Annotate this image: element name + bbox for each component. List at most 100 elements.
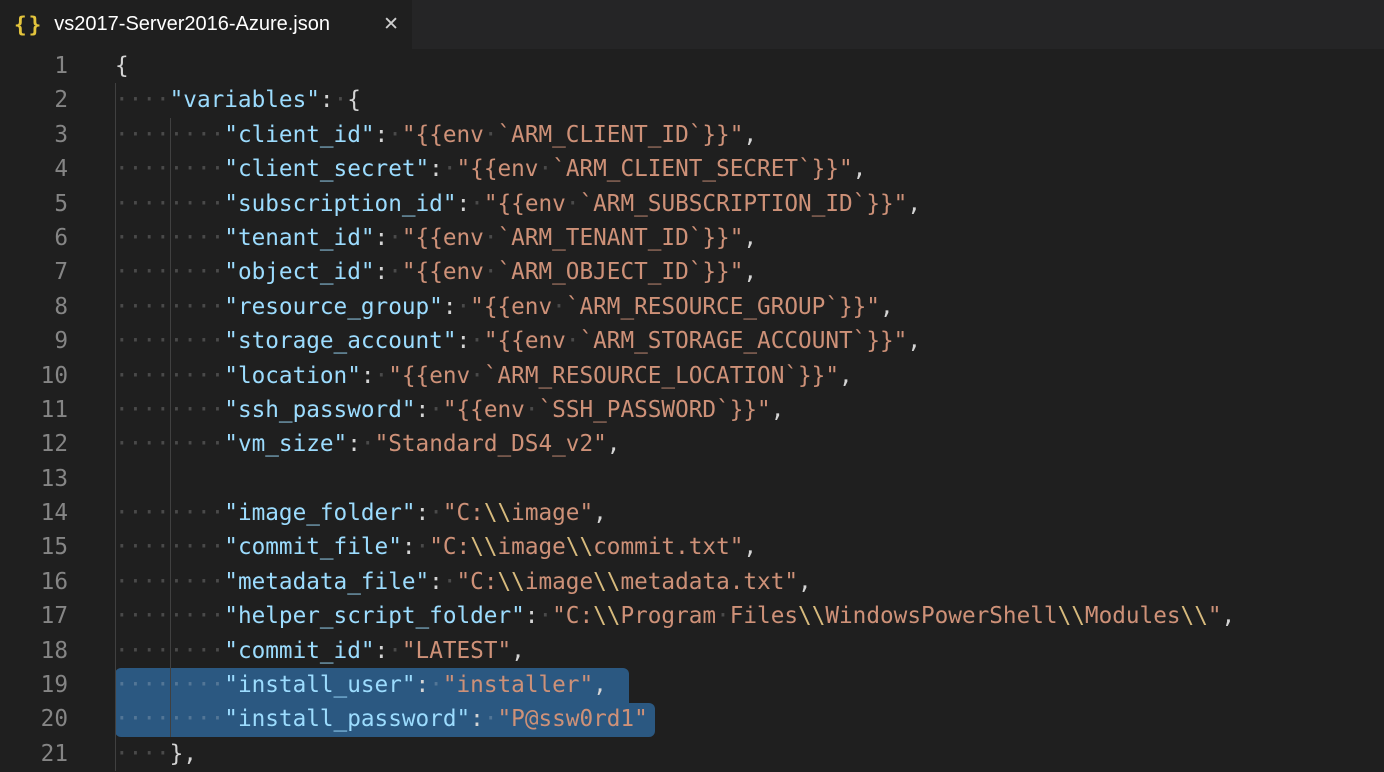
- close-tab-icon[interactable]: ✕: [383, 15, 399, 34]
- code-token-str: image: [498, 534, 566, 560]
- code-token-ws: ········: [115, 363, 224, 389]
- code-token-pun: ,: [798, 569, 812, 595]
- code-line[interactable]: ········"storage_account":·"{{env·`ARM_S…: [115, 324, 1235, 358]
- code-token-ws: ·: [388, 638, 402, 664]
- code-line[interactable]: ········"metadata_file":·"C:\\image\\met…: [115, 565, 1235, 599]
- line-number[interactable]: 8: [0, 290, 68, 324]
- code-line[interactable]: ········"install_password":·"P@ssw0rd1": [115, 702, 1235, 736]
- code-token-ws: ·: [429, 500, 443, 526]
- line-number[interactable]: 5: [0, 187, 68, 221]
- code-token-str: `ARM_RESOURCE_GROUP`}}": [566, 294, 880, 320]
- code-token-esc: \\: [498, 569, 525, 595]
- code-line[interactable]: ····},: [115, 737, 1235, 771]
- code-line[interactable]: ········"helper_script_folder":·"C:\\Pro…: [115, 599, 1235, 633]
- line-number[interactable]: 1: [0, 49, 68, 83]
- line-number[interactable]: 3: [0, 118, 68, 152]
- code-token-key: "ssh_password": [224, 397, 415, 423]
- line-number[interactable]: 2: [0, 83, 68, 117]
- code-token-esc: \\: [593, 569, 620, 595]
- code-token-esc: \\: [593, 603, 620, 629]
- code-token-ws: ········: [115, 156, 224, 182]
- code-line[interactable]: ········"install_user":·"installer",: [115, 668, 1235, 702]
- code-token-ws: ········: [115, 328, 224, 354]
- code-token-pun: :: [375, 259, 389, 285]
- code-token-ws: ·: [388, 122, 402, 148]
- code-line[interactable]: ········"commit_file":·"C:\\image\\commi…: [115, 530, 1235, 564]
- code-token-str: "{{env: [443, 397, 525, 423]
- line-number[interactable]: 10: [0, 359, 68, 393]
- code-token-ws: ····: [115, 741, 170, 767]
- line-number[interactable]: 9: [0, 324, 68, 358]
- tab-file[interactable]: {} vs2017-Server2016-Azure.json ✕: [0, 0, 412, 49]
- code-line[interactable]: ········"image_folder":·"C:\\image",: [115, 496, 1235, 530]
- code-token-pun: ,: [743, 259, 757, 285]
- code-token-pun: :: [416, 397, 430, 423]
- code-line[interactable]: ········"resource_group":·"{{env·`ARM_RE…: [115, 290, 1235, 324]
- line-number[interactable]: 4: [0, 152, 68, 186]
- code-token-pun: :: [361, 363, 375, 389]
- code-token-ws: ········: [115, 638, 224, 664]
- code-line[interactable]: ········"ssh_password":·"{{env·`SSH_PASS…: [115, 393, 1235, 427]
- code-line[interactable]: ········"commit_id":·"LATEST",: [115, 634, 1235, 668]
- code-line[interactable]: ········"client_secret":·"{{env·`ARM_CLI…: [115, 152, 1235, 186]
- code-token-pun: :: [429, 156, 443, 182]
- code-token-ws: ·: [443, 569, 457, 595]
- code-token-key: "variables": [170, 87, 320, 113]
- code-token-str: "{{env: [402, 259, 484, 285]
- line-number[interactable]: 12: [0, 427, 68, 461]
- code-token-ws: ·: [334, 87, 348, 113]
- code-token-ws: ········: [115, 122, 224, 148]
- code-token-key: "storage_account": [224, 328, 456, 354]
- code-token-str: Program: [620, 603, 716, 629]
- code-area[interactable]: {····"variables":·{········"client_id":·…: [115, 49, 1235, 771]
- line-number[interactable]: 15: [0, 530, 68, 564]
- code-line[interactable]: ····"variables":·{: [115, 83, 1235, 117]
- code-token-str: `ARM_STORAGE_ACCOUNT`}}": [579, 328, 907, 354]
- code-token-ws: ········: [115, 259, 224, 285]
- code-line[interactable]: {: [115, 49, 1235, 83]
- code-token-key: "vm_size": [224, 431, 347, 457]
- code-token-ws: ·: [525, 397, 539, 423]
- code-token-pun: ,: [743, 122, 757, 148]
- line-number[interactable]: 11: [0, 393, 68, 427]
- code-token-pun: :: [375, 225, 389, 251]
- code-token-pun: :: [320, 87, 334, 113]
- line-number[interactable]: 20: [0, 702, 68, 736]
- code-token-pun: ,: [907, 328, 921, 354]
- line-number[interactable]: 13: [0, 462, 68, 496]
- code-line[interactable]: ········"client_id":·"{{env·`ARM_CLIENT_…: [115, 118, 1235, 152]
- code-token-str: `ARM_CLIENT_SECRET`}}": [552, 156, 853, 182]
- line-number[interactable]: 21: [0, 737, 68, 771]
- code-token-ws: ·: [388, 259, 402, 285]
- code-token-ws: ·: [470, 191, 484, 217]
- line-number[interactable]: 6: [0, 221, 68, 255]
- code-token-ws: ········: [115, 706, 224, 732]
- code-token-pun: },: [170, 741, 197, 767]
- code-token-esc: \\: [1058, 603, 1085, 629]
- code-line[interactable]: ········"vm_size":·"Standard_DS4_v2",: [115, 427, 1235, 461]
- code-token-str: ": [1208, 603, 1222, 629]
- code-line[interactable]: [115, 462, 1235, 496]
- line-number[interactable]: 19: [0, 668, 68, 702]
- code-token-pun: ,: [839, 363, 853, 389]
- code-token-str: `ARM_OBJECT_ID`}}": [498, 259, 744, 285]
- code-token-ws: ········: [115, 603, 224, 629]
- code-token-ws: ·: [716, 603, 730, 629]
- line-number[interactable]: 17: [0, 599, 68, 633]
- code-token-key: "commit_id": [224, 638, 374, 664]
- code-token-key: "commit_file": [224, 534, 402, 560]
- code-token-str: commit.txt": [593, 534, 743, 560]
- line-number[interactable]: 14: [0, 496, 68, 530]
- code-line[interactable]: ········"object_id":·"{{env·`ARM_OBJECT_…: [115, 255, 1235, 289]
- line-number[interactable]: 18: [0, 634, 68, 668]
- code-token-ws: ·: [457, 294, 471, 320]
- code-line[interactable]: ········"subscription_id":·"{{env·`ARM_S…: [115, 187, 1235, 221]
- tab-bar: {} vs2017-Server2016-Azure.json ✕: [0, 0, 1384, 49]
- code-line[interactable]: ········"tenant_id":·"{{env·`ARM_TENANT_…: [115, 221, 1235, 255]
- code-token-ws: ·: [470, 328, 484, 354]
- line-number[interactable]: 7: [0, 255, 68, 289]
- line-number[interactable]: 16: [0, 565, 68, 599]
- code-line[interactable]: ········"location":·"{{env·`ARM_RESOURCE…: [115, 359, 1235, 393]
- code-token-key: "object_id": [224, 259, 374, 285]
- code-token-str: image": [511, 500, 593, 526]
